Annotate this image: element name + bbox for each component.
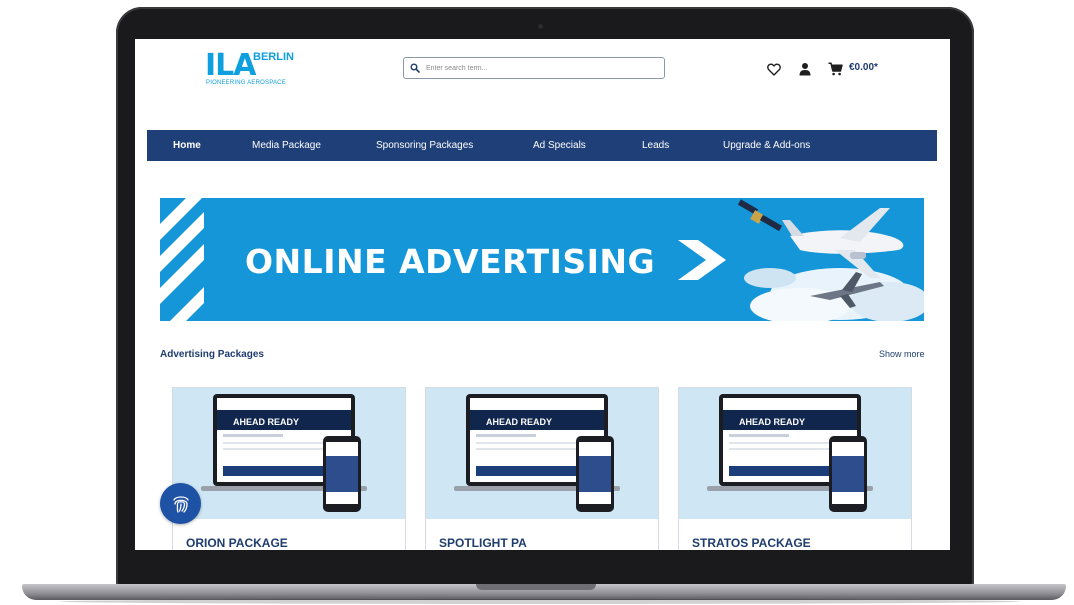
laptop-notch [476, 584, 596, 590]
chevron-right-icon [678, 240, 726, 280]
fingerprint-icon [172, 495, 189, 513]
webcam [538, 24, 543, 29]
nav-item-leads[interactable]: Leads [642, 140, 669, 151]
logo-mark: ILA [205, 48, 256, 83]
mockup-headline: AHEAD READY [739, 417, 805, 427]
cart-total[interactable]: €0.00* [849, 62, 878, 73]
mockup-headline: AHEAD READY [486, 417, 552, 427]
nav-item-sponsoring-packages[interactable]: Sponsoring Packages [376, 140, 473, 151]
logo-tagline: PIONEERING AEROSPACE [206, 80, 286, 86]
device-mockup: AHEAD READY [454, 394, 620, 512]
device-mockup: AHEAD READY [201, 394, 367, 512]
laptop-shadow [60, 599, 1020, 604]
user-icon[interactable] [797, 61, 813, 77]
logo-city: BERLIN [253, 51, 294, 63]
show-more-link[interactable]: Show more [879, 349, 925, 359]
main-nav: Home Media Package Sponsoring Packages A… [147, 130, 937, 161]
online-advertising-banner[interactable]: ONLINE ADVERTISING [160, 198, 924, 321]
search-icon[interactable] [404, 58, 426, 78]
nav-item-media-package[interactable]: Media Package [252, 140, 321, 151]
card-image: AHEAD READY [173, 388, 405, 519]
cart-icon[interactable] [827, 61, 843, 77]
package-card-spotlight[interactable]: AHEAD READY SPOTLIGHT PA [425, 387, 659, 550]
package-card-orion[interactable]: AHEAD READY ORION PACKAGE [172, 387, 406, 550]
package-card-stratos[interactable]: AHEAD READY STRATOS PACKAGE [678, 387, 912, 550]
laptop-frame: ILA BERLIN PIONEERING AEROSPACE €0.00* H… [0, 0, 1074, 605]
card-title[interactable]: STRATOS PACKAGE [692, 536, 811, 550]
privacy-settings-button[interactable] [160, 483, 201, 524]
search-input[interactable] [426, 64, 646, 72]
aircraft-illustration [737, 199, 924, 321]
nav-item-home[interactable]: Home [173, 140, 201, 151]
heart-icon[interactable] [766, 61, 782, 77]
mockup-headline: AHEAD READY [233, 417, 299, 427]
ila-logo[interactable]: ILA BERLIN PIONEERING AEROSPACE [205, 51, 305, 91]
nav-item-upgrade-add-ons[interactable]: Upgrade & Add-ons [723, 140, 810, 151]
search-box[interactable] [403, 57, 665, 79]
card-image: AHEAD READY [679, 388, 911, 519]
card-title[interactable]: SPOTLIGHT PA [439, 536, 527, 550]
card-title[interactable]: ORION PACKAGE [186, 536, 288, 550]
card-image: AHEAD READY [426, 388, 658, 519]
stripes-decoration [160, 198, 204, 321]
section-title: Advertising Packages [160, 349, 264, 360]
device-mockup: AHEAD READY [707, 394, 873, 512]
browser-screen: ILA BERLIN PIONEERING AEROSPACE €0.00* H… [135, 39, 950, 550]
nav-item-ad-specials[interactable]: Ad Specials [533, 140, 586, 151]
banner-title: ONLINE ADVERTISING [245, 242, 656, 281]
